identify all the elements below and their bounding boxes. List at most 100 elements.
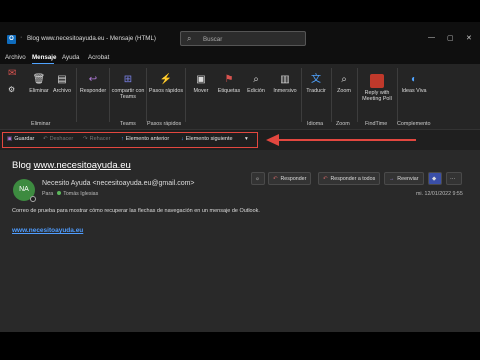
archive-button[interactable]: ▤ Archivo <box>51 74 73 94</box>
search-input[interactable]: Buscar <box>203 36 222 43</box>
ribbon-separator <box>331 68 332 122</box>
reply-all-icon: ↶ <box>323 176 328 182</box>
archive-label: Archivo <box>53 88 71 94</box>
body-link[interactable]: www.necesitoayuda.eu <box>12 227 83 234</box>
menu-ayuda[interactable]: Ayuda <box>62 54 79 61</box>
reply-icon: ↩ <box>88 74 98 85</box>
presence-icon <box>30 196 36 202</box>
tags-label: Etiquetas <box>217 88 241 94</box>
trash-icon: 🗑 <box>32 74 46 85</box>
search-icon: ⌕ <box>187 34 192 43</box>
minimize-icon[interactable]: — <box>428 34 435 41</box>
quick-access-icon[interactable]: · <box>20 34 22 41</box>
arrow-down-icon: ↓ <box>181 136 184 142</box>
zoom-button[interactable]: ⌕ Zoom <box>333 74 355 94</box>
close-icon[interactable]: ✕ <box>466 34 472 42</box>
folder-icon: ▣ <box>196 74 206 85</box>
ribbon-separator <box>76 68 77 122</box>
message-body: Correo de prueba para mostrar cómo recup… <box>12 208 260 214</box>
share-teams-button[interactable]: ⊞ compartir con Teams <box>111 74 145 100</box>
archive-icon: ▤ <box>57 74 67 85</box>
immersive-button[interactable]: ▥ Inmersivo <box>270 74 300 94</box>
immersive-reader-icon: ▥ <box>280 74 290 85</box>
ideas-label: Ideas Viva <box>401 88 427 94</box>
window-title: Blog www.necesitoayuda.eu - Mensaje (HTM… <box>27 35 156 42</box>
group-idioma: Idioma <box>307 121 324 127</box>
lightbulb-icon: ◐ <box>410 74 418 85</box>
respond-label: Responder <box>79 88 107 94</box>
arrow-up-icon: ↑ <box>121 136 124 142</box>
translate-label: Traducir <box>306 88 326 94</box>
sensitivity-icon[interactable]: ☼ <box>251 172 265 185</box>
zoom-icon: ⌕ <box>341 74 347 85</box>
title-bar: O · Blog www.necesitoayuda.eu - Mensaje … <box>0 22 480 52</box>
menu-mensaje[interactable]: Mensaje <box>32 54 56 61</box>
next-item-button[interactable]: ↓ Elemento siguiente <box>181 136 233 142</box>
move-button[interactable]: ▣ Mover <box>187 74 215 94</box>
translate-icon: 文 <box>311 74 321 85</box>
status-dot-icon <box>57 191 62 195</box>
more-options-icon[interactable]: ··· <box>446 172 462 185</box>
edit-search-icon: ⌕ <box>253 74 259 85</box>
forward-icon: → <box>389 176 395 182</box>
reply-meeting-poll-button[interactable]: Reply with Meeting Poll <box>358 74 396 102</box>
menu-acrobat[interactable]: Acrobat <box>88 54 109 61</box>
reading-pane: Blog www.necesitoayuda.eu NA Necesito Ay… <box>0 150 480 332</box>
search-box[interactable]: ⌕ Buscar <box>180 31 306 46</box>
reply-all-button[interactable]: ↶ Responder a todos <box>318 172 381 185</box>
translate-button[interactable]: 文 Traducir <box>303 74 329 94</box>
subject-link[interactable]: www.necesitoayuda.eu <box>34 160 131 171</box>
message-subject: Blog www.necesitoayuda.eu <box>12 160 131 171</box>
quick-access-toolbar: ▣ Guardar ↶ Deshacer ↷ Rehacer ↑ Elemento an… <box>2 132 258 148</box>
teams-share-icon[interactable]: ◆ <box>428 172 442 185</box>
outlook-app-icon: O <box>7 35 16 44</box>
edit-button[interactable]: ⌕ Edición <box>243 74 269 94</box>
quicksteps-label: Pasos rápidos <box>148 88 184 94</box>
ribbon-separator <box>301 68 302 122</box>
recipient-row: Para Tomás Iglesias <box>42 191 98 197</box>
quick-steps-button[interactable]: ⚡ Pasos rápidos <box>148 74 184 94</box>
maximize-icon[interactable]: ▢ <box>447 34 454 42</box>
to-label: Para <box>42 191 54 197</box>
group-eliminar: Eliminar <box>31 121 51 127</box>
move-label: Mover <box>193 88 209 94</box>
edit-label: Edición <box>247 88 265 94</box>
recipient-name[interactable]: Tomás Iglesias <box>63 191 98 197</box>
viva-ideas-button[interactable]: ◐ Ideas Viva <box>400 74 428 94</box>
previous-item-button[interactable]: ↑ Elemento anterior <box>121 136 169 142</box>
highlight-arrow-line <box>278 139 416 141</box>
menu-bar: Archivo Mensaje Ayuda Acrobat <box>0 52 480 65</box>
reply-icon: ↶ <box>273 176 278 182</box>
meeting-poll-icon <box>370 74 384 88</box>
new-icon[interactable]: ✉ <box>8 68 16 82</box>
customize-toolbar-icon[interactable]: ▾ <box>245 136 248 142</box>
delete-label: Eliminar <box>29 88 49 94</box>
forward-button[interactable]: → Reenviar <box>384 172 424 185</box>
ribbon-separator <box>397 68 398 122</box>
group-zoom: Zoom <box>336 121 350 127</box>
reply-button[interactable]: ↶ Responder <box>268 172 312 185</box>
zoom-label: Zoom <box>337 88 351 94</box>
undo-button[interactable]: ↶ Deshacer <box>43 136 73 142</box>
received-date: mi. 12/01/2022 9:55 <box>416 191 463 197</box>
ribbon-separator <box>185 68 186 122</box>
outlook-window: O · Blog www.necesitoayuda.eu - Mensaje … <box>0 22 480 332</box>
rules-icon[interactable]: ⚙ <box>8 84 15 98</box>
ribbon-separator <box>146 68 147 122</box>
tags-button[interactable]: ⚑ Etiquetas <box>215 74 243 94</box>
save-button[interactable]: ▣ Guardar <box>7 136 34 142</box>
group-findtime: FindTime <box>365 121 388 127</box>
menu-archivo[interactable]: Archivo <box>5 54 26 61</box>
ribbon: ✉ ⚙ 🗑 Eliminar ▤ Archivo Eliminar ↩ Resp… <box>0 64 480 130</box>
respond-button[interactable]: ↩ Responder <box>78 74 108 94</box>
group-quick-steps: Pasos rápidos <box>147 121 182 127</box>
group-complemento: Complemento <box>397 121 431 127</box>
teams-label: compartir con Teams <box>111 88 145 100</box>
ribbon-separator <box>109 68 110 122</box>
sender[interactable]: Necesito Ayuda <necesitoayuda.eu@gmail.c… <box>42 180 195 187</box>
save-icon: ▣ <box>7 136 13 142</box>
group-teams: Teams <box>120 121 136 127</box>
redo-icon: ↷ <box>83 136 88 142</box>
redo-button[interactable]: ↷ Rehacer <box>83 136 110 142</box>
delete-button[interactable]: 🗑 Eliminar <box>28 74 50 94</box>
